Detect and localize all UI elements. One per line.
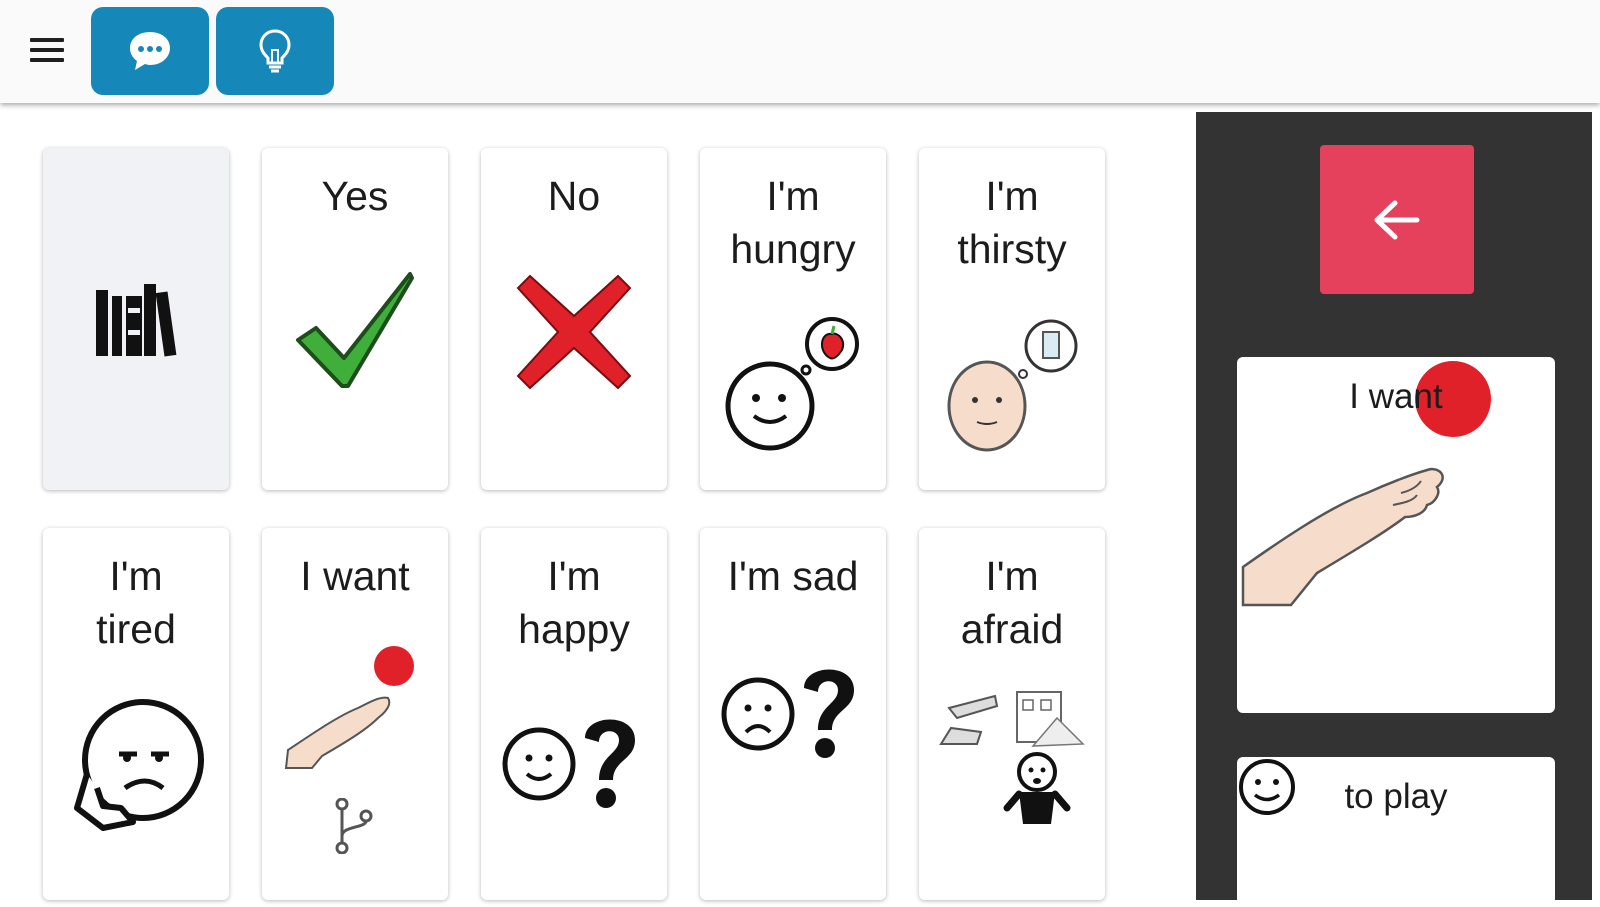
tile-label: I'm thirsty xyxy=(957,173,1067,272)
tile-label: I'm tired xyxy=(96,553,176,652)
tile-label: I'm afraid xyxy=(960,553,1064,652)
tile-library-folder[interactable] xyxy=(43,148,229,490)
tired-face-icon xyxy=(74,699,204,831)
sentence-panel: I want to play xyxy=(1196,112,1592,907)
tile-label: to play xyxy=(1344,777,1448,816)
hungry-face-apple-icon xyxy=(725,317,859,451)
sentence-tile-to-play[interactable]: to play xyxy=(1237,757,1555,907)
top-toolbar xyxy=(0,0,1600,103)
tile-label: I'm happy xyxy=(518,553,630,652)
afraid-person-icon xyxy=(939,691,1085,824)
tile-afraid[interactable]: I'm afraid xyxy=(919,528,1105,900)
tile-hungry[interactable]: I'm hungry xyxy=(700,148,886,490)
happy-face-question-icon xyxy=(502,719,635,808)
suggestions-button[interactable] xyxy=(216,7,334,95)
tile-label: No xyxy=(547,173,601,219)
tile-no[interactable]: No xyxy=(481,148,667,490)
speak-button[interactable] xyxy=(91,7,209,95)
tile-label: I'm sad xyxy=(727,553,859,599)
chat-bubble-icon xyxy=(130,32,170,70)
tile-sad[interactable]: I'm sad xyxy=(700,528,886,900)
green-checkmark-icon xyxy=(296,272,414,388)
sad-face-question-icon xyxy=(721,669,854,758)
symbol-grid: Yes No I'm hungry I'm thirsty I'm tired … xyxy=(0,103,1196,900)
sentence-tile-i-want[interactable]: I want xyxy=(1237,357,1555,713)
lightbulb-icon xyxy=(259,29,291,73)
tile-label: I want xyxy=(300,553,410,599)
tile-label: Yes xyxy=(321,173,389,219)
red-x-icon xyxy=(516,274,632,390)
backspace-button[interactable] xyxy=(1320,145,1474,294)
tile-label: I want xyxy=(1349,377,1443,416)
hand-reaching-ball-icon xyxy=(284,646,414,769)
arrow-left-icon xyxy=(1374,200,1420,239)
tile-tired[interactable]: I'm tired xyxy=(43,528,229,900)
tile-thirsty[interactable]: I'm thirsty xyxy=(919,148,1105,490)
tile-i-want[interactable]: I want xyxy=(262,528,448,900)
library-books-icon xyxy=(96,284,177,357)
thirsty-face-glass-icon xyxy=(947,319,1078,452)
branch-icon xyxy=(335,798,373,854)
tile-label: I'm hungry xyxy=(730,173,856,272)
tile-happy[interactable]: I'm happy xyxy=(481,528,667,900)
hamburger-menu-icon[interactable] xyxy=(22,32,72,72)
tile-yes[interactable]: Yes xyxy=(262,148,448,490)
